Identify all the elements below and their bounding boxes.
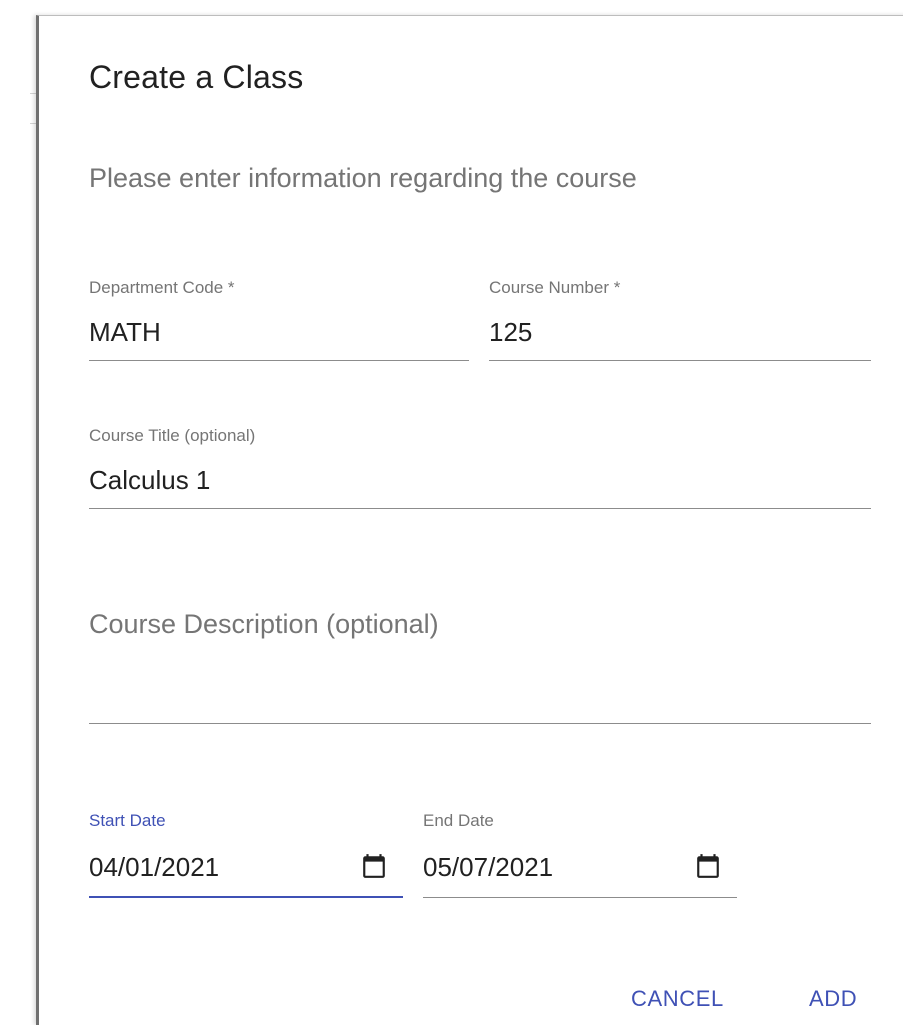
course-title-label: Course Title (optional) [89, 426, 256, 445]
end-date-label: End Date [423, 811, 494, 830]
dialog-subtitle: Please enter information regarding the c… [89, 163, 637, 193]
department-code-input[interactable]: MATH [89, 317, 161, 348]
create-class-dialog: Create a Class Please enter information … [36, 15, 903, 1025]
department-code-underline [89, 360, 469, 361]
course-title-input[interactable]: Calculus 1 [89, 465, 210, 496]
course-number-underline [489, 360, 871, 361]
department-code-field[interactable]: Department Code * MATH [89, 278, 469, 362]
calendar-icon[interactable] [695, 853, 721, 879]
course-description-underline [89, 723, 871, 724]
add-button[interactable]: ADD [809, 986, 857, 1012]
course-description-input[interactable]: Course Description (optional) [89, 609, 439, 640]
backdrop-edge [0, 0, 36, 1014]
department-code-label: Department Code * [89, 278, 235, 297]
course-description-field[interactable]: Course Description (optional) [89, 606, 871, 726]
start-date-underline [89, 896, 403, 898]
start-date-field[interactable]: Start Date 04/01/2021 [89, 811, 403, 899]
cancel-button[interactable]: CANCEL [631, 986, 724, 1012]
course-number-label: Course Number * [489, 278, 621, 297]
end-date-field[interactable]: End Date 05/07/2021 [423, 811, 737, 899]
course-title-field[interactable]: Course Title (optional) Calculus 1 [89, 426, 871, 510]
course-number-field[interactable]: Course Number * 125 [489, 278, 871, 362]
start-date-label: Start Date [89, 811, 166, 830]
course-number-input[interactable]: 125 [489, 317, 532, 348]
end-date-input[interactable]: 05/07/2021 [423, 852, 553, 883]
end-date-underline [423, 897, 737, 898]
course-title-underline [89, 508, 871, 509]
start-date-input[interactable]: 04/01/2021 [89, 852, 219, 883]
dialog-title: Create a Class [89, 59, 304, 95]
calendar-icon[interactable] [361, 853, 387, 879]
